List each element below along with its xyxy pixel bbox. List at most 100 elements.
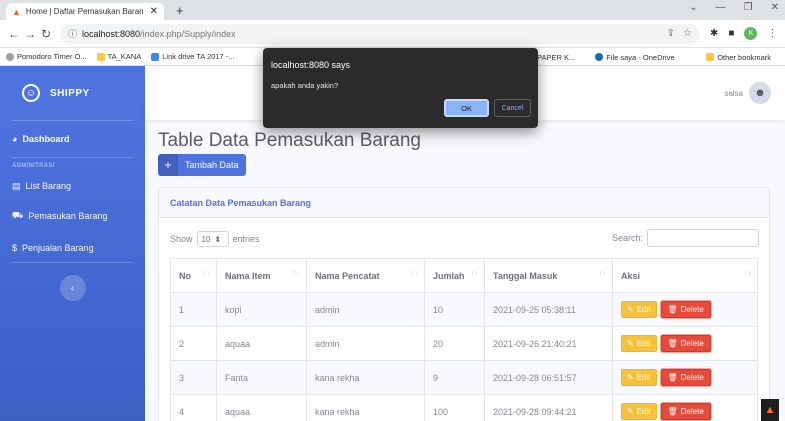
column-header-jumlah[interactable]: Jumlah ↑↓ — [424, 258, 485, 293]
column-header-tanggal-masuk[interactable]: Tanggal Masuk ↑↓ — [484, 258, 613, 293]
cancel-button[interactable]: Cancel — [494, 99, 531, 117]
show-label: Show — [170, 234, 193, 244]
profile-avatar[interactable]: K — [744, 27, 758, 40]
cell-aksi: ✎ Edit 🗑 Delete — [612, 360, 758, 395]
browser-tab[interactable]: ▲ Home | Daftar Pemasukan Baran ✕ — [6, 3, 164, 20]
search-input[interactable] — [647, 229, 759, 247]
delete-button[interactable]: 🗑 Delete — [660, 335, 711, 352]
edit-button[interactable]: ✎ Edit — [621, 369, 657, 386]
bookmark-label: Pomodoro Timer O... — [17, 52, 87, 61]
browser-tabstrip: ▲ Home | Daftar Pemasukan Baran ✕ + ⌄ — … — [0, 0, 785, 20]
cell-pencatat: kana rekha — [306, 394, 425, 421]
bookmark-label: TA_KANA — [107, 52, 142, 61]
sidebar: ☺ SHIPPY ◕ Dashboard ADMINITRASI ▤ List … — [0, 66, 145, 421]
sidepanel-icon[interactable]: ■ — [728, 28, 734, 39]
delete-button[interactable]: 🗑 Delete — [660, 403, 711, 420]
forward-icon[interactable]: → — [22, 27, 38, 41]
reload-icon[interactable]: ↻ — [38, 27, 54, 41]
bookmark-0[interactable]: Pomodoro Timer O... — [6, 52, 87, 61]
sidebar-item-penjualan-barang[interactable]: $ Penjualan Barang — [0, 234, 145, 262]
sidebar-heading: ADMINITRASI — [12, 163, 55, 169]
edit-icon: ✎ — [627, 373, 634, 382]
menu-icon[interactable]: ⋮ — [767, 28, 777, 39]
edit-label: Edit — [636, 305, 651, 314]
edit-button[interactable]: ✎ Edit — [621, 403, 657, 420]
dialog-message: apakah anda yakin? — [271, 81, 339, 90]
bookmark-label: File saya - OneDrive — [606, 52, 675, 62]
info-icon[interactable]: ⓘ — [68, 27, 77, 40]
column-label: No — [179, 270, 191, 281]
cell-jumlah: 10 — [424, 292, 485, 327]
new-tab-icon[interactable]: + — [176, 3, 184, 18]
trash-icon: 🗑 — [667, 407, 678, 416]
cell-pencatat: kana rekha — [306, 360, 425, 395]
cell-item: aquaa — [216, 326, 307, 361]
close-icon[interactable]: ✕ — [150, 6, 158, 17]
bookmark-4[interactable]: File saya - OneDrive — [595, 52, 675, 62]
table-row: 3 Fanta kana rekha 9 2021-09-28 06:51:57… — [170, 360, 758, 395]
edit-icon: ✎ — [627, 407, 634, 416]
back-icon[interactable]: ← — [6, 27, 22, 41]
user-dropdown[interactable]: salsa ☻ — [724, 82, 771, 104]
bookmark-label: Link drive TA 2017 -... — [162, 52, 235, 61]
edit-button[interactable]: ✎ Edit — [621, 335, 657, 352]
datatable-controls: Show 10 ⬍ entries Search: — [159, 218, 769, 258]
column-label: Aksi — [621, 270, 641, 281]
divider — [12, 262, 133, 263]
delete-label: Delete — [680, 373, 704, 382]
data-card: Catatan Data Pemasukan Barang Show 10 ⬍ … — [158, 187, 770, 421]
add-data-button[interactable]: + Tambah Data — [158, 154, 246, 176]
sidebar-item-list-barang[interactable]: ▤ List Barang — [0, 174, 145, 198]
sort-icon: ↑↓ — [411, 270, 418, 277]
table-row: 2 aquaa admin 20 2021-09-26 21:40:21 ✎ Ed… — [170, 326, 758, 361]
sidebar-item-label: Dashboard — [22, 134, 70, 144]
add-data-label: Tambah Data — [185, 160, 239, 170]
trash-icon: 🗑 — [667, 339, 678, 348]
cell-tanggal: 2021-09-28 09:44:21 — [484, 394, 613, 421]
delete-button[interactable]: 🗑 Delete — [660, 369, 711, 386]
trash-icon: 🗑 — [667, 373, 678, 382]
bookmark-3[interactable]: PAPER K... — [537, 53, 575, 62]
sidebar-item-label: Pemasukan Barang — [28, 211, 108, 221]
avatar: ☻ — [749, 82, 771, 104]
sidebar-toggle-button[interactable]: ‹ — [59, 275, 86, 301]
cell-tanggal: 2021-09-25 05:38:11 — [484, 292, 613, 327]
close-window-icon[interactable]: ✕ — [771, 2, 779, 13]
ok-button[interactable]: OK — [444, 99, 489, 117]
truck-icon: ⛟ — [12, 210, 24, 220]
select-arrows-icon: ⬍ — [214, 234, 222, 244]
column-label: Nama Pencatat — [315, 270, 380, 281]
brand[interactable]: ☺ SHIPPY — [0, 66, 145, 120]
cell-pencatat: admin — [306, 326, 425, 361]
entries-length: Show 10 ⬍ entries — [170, 231, 260, 247]
bookmark-1[interactable]: TA_KANA — [96, 52, 142, 61]
edit-button[interactable]: ✎ Edit — [621, 301, 657, 318]
share-icon[interactable]: ⇪ — [667, 28, 675, 39]
window-controls: ⌄ — ❐ ✕ — [689, 2, 779, 13]
bookmark-2[interactable]: Link drive TA 2017 -... — [151, 52, 235, 61]
extensions-icon[interactable]: ✱ — [710, 28, 718, 39]
star-icon[interactable]: ☆ — [683, 28, 692, 39]
cell-aksi: ✎ Edit 🗑 Delete — [612, 394, 758, 421]
dashboard-icon: ◕ — [12, 134, 18, 144]
url-host: localhost:8080 — [82, 28, 141, 39]
column-header-no[interactable]: No ↑↓ — [170, 258, 217, 293]
sidebar-item-dashboard[interactable]: ◕ Dashboard — [0, 121, 145, 157]
cell-item: kopi — [216, 292, 307, 327]
column-header-nama-item[interactable]: Nama Item ↑↓ — [216, 258, 307, 293]
url-input[interactable]: ⓘ localhost:8080/index.php/Supply/index … — [60, 23, 700, 44]
entries-value: 10 — [201, 234, 211, 244]
minimize-icon[interactable]: — — [716, 2, 726, 13]
restore-icon[interactable]: ❐ — [744, 2, 753, 13]
other-bookmarks[interactable]: Other bookmark — [706, 48, 771, 66]
sort-icon: ↑↓ — [744, 270, 751, 277]
sidebar-item-pemasukan-barang[interactable]: ⛟ Pemasukan Barang — [0, 198, 145, 234]
column-header-aksi[interactable]: Aksi ↑↓ — [612, 258, 758, 293]
entries-select[interactable]: 10 ⬍ — [196, 231, 229, 247]
column-header-nama-pencatat[interactable]: Nama Pencatat ↑↓ — [306, 258, 425, 293]
chevron-down-icon[interactable]: ⌄ — [689, 2, 697, 13]
flame-icon[interactable]: ▲ — [761, 399, 779, 421]
cell-no: 1 — [170, 292, 217, 327]
sort-icon: ↑↓ — [599, 270, 606, 277]
delete-button[interactable]: 🗑 Delete — [660, 301, 711, 318]
